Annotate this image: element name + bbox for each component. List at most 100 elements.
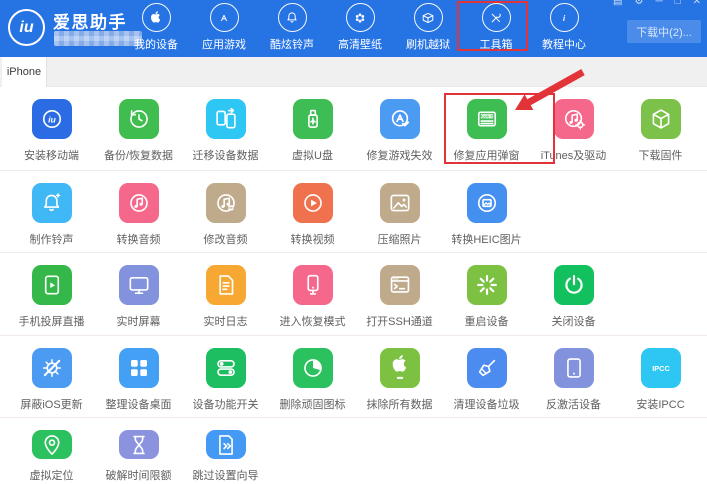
nav-item-app-games[interactable]: 应用游戏: [190, 3, 258, 52]
tool-migrate-device-data[interactable]: 迁移设备数据: [182, 99, 269, 170]
tool-backup-restore[interactable]: 备份/恢复数据: [95, 99, 182, 170]
tool-block-ios-update[interactable]: 屏蔽iOS更新: [8, 348, 95, 417]
photo-compress-icon: [380, 183, 420, 223]
svg-text:SSH: SSH: [393, 277, 399, 281]
settings-icon[interactable]: ⚙: [635, 0, 644, 7]
tool-download-firmware[interactable]: 下载固件: [617, 99, 704, 170]
tool-live-screen[interactable]: 实时屏幕: [95, 265, 182, 335]
tool-convert-audio[interactable]: 转换音频: [95, 183, 182, 252]
video-convert-icon: [293, 183, 333, 223]
nav-item-cool-ringtones[interactable]: 酷炫铃声: [258, 3, 326, 52]
nav-item-tutorial-center[interactable]: i教程中心: [530, 3, 598, 52]
tool-label: 安装移动端: [24, 147, 79, 163]
itunes-driver-icon: [554, 99, 594, 139]
apple-icon: [142, 3, 171, 32]
tool-label: 转换HEIC图片: [451, 231, 521, 247]
maximize-icon[interactable]: □: [675, 0, 681, 7]
tool-label: 实时屏幕: [117, 313, 161, 329]
restart-icon: [467, 265, 507, 305]
toolbox-row-3: 手机投屏直播实时屏幕 实时日志进入恢复模式 SSH打开SSH通道重启设备关闭设备: [0, 253, 707, 336]
tool-install-mobile-client[interactable]: iu 安装移动端: [8, 99, 95, 170]
tool-label: 删除顽固图标: [280, 396, 346, 412]
tool-make-ringtone[interactable]: 制作铃声: [8, 183, 95, 252]
tool-convert-heic[interactable]: 转换HEIC图片: [443, 183, 530, 252]
brand-title: 爱思助手: [53, 8, 127, 33]
tool-label: 转换视频: [291, 231, 335, 247]
toolbox-row-1: iu 安装移动端备份/恢复数据迁移设备数据虚拟U盘修复游戏失效 Apple ID修复…: [0, 87, 707, 171]
tool-install-ipcc[interactable]: IPCC安装IPCC: [617, 348, 704, 417]
pie-clock-icon: [293, 348, 333, 388]
audio-convert-icon: [119, 183, 159, 223]
close-icon[interactable]: ✕: [693, 0, 701, 7]
tool-deactivate-device[interactable]: 反激活设备: [530, 348, 617, 417]
tool-label: 虚拟定位: [30, 467, 74, 483]
nav-item-hd-wallpapers[interactable]: 高清壁纸: [326, 3, 394, 52]
tool-fix-app-popup[interactable]: Apple ID修复应用弹窗: [443, 99, 530, 170]
svg-text:i: i: [563, 13, 566, 22]
nav-item-label: 应用游戏: [202, 36, 246, 52]
svg-text:Apple ID: Apple ID: [479, 114, 494, 118]
tool-itunes-drivers[interactable]: iTunes及驱动: [530, 99, 617, 170]
tool-label: 反激活设备: [546, 396, 601, 412]
backup-restore-icon: [119, 99, 159, 139]
tool-fix-game-invalid[interactable]: 修复游戏失效: [356, 99, 443, 170]
tool-label: 整理设备桌面: [106, 396, 172, 412]
tool-enter-recovery-mode[interactable]: 进入恢复模式: [269, 265, 356, 335]
tool-device-switches[interactable]: 设备功能开关: [182, 348, 269, 417]
tool-virtual-usb[interactable]: 虚拟U盘: [269, 99, 356, 170]
tool-label: 关闭设备: [552, 313, 596, 329]
live-screen-icon: [119, 265, 159, 305]
desktop-grid-icon: [119, 348, 159, 388]
tool-delete-stubborn-icons[interactable]: 删除顽固图标: [269, 348, 356, 417]
tool-restart-device[interactable]: 重启设备: [443, 265, 530, 335]
tab-iphone[interactable]: iPhone: [2, 57, 47, 87]
minimize-icon[interactable]: ─: [655, 0, 662, 7]
tool-label: 设备功能开关: [193, 396, 259, 412]
tool-shutdown-device[interactable]: 关闭设备: [530, 265, 617, 335]
tool-label: 下载固件: [639, 147, 683, 163]
flower-icon: [346, 3, 375, 32]
location-pin-icon: [32, 430, 72, 459]
nav-item-flash-jailbreak[interactable]: 刷机越狱: [394, 3, 462, 52]
skin-icon[interactable]: ▤: [613, 0, 622, 7]
tool-organize-desktop[interactable]: 整理设备桌面: [95, 348, 182, 417]
tool-edit-audio[interactable]: 修改音频: [182, 183, 269, 252]
nav-item-label: 高清壁纸: [338, 36, 382, 52]
block-update-icon: [32, 348, 72, 388]
nav-item-my-devices[interactable]: 我的设备: [122, 3, 190, 52]
tool-convert-video[interactable]: 转换视频: [269, 183, 356, 252]
appstore-icon: [210, 3, 239, 32]
skip-wizard-icon: [206, 430, 246, 459]
i4-badge-icon: iu: [32, 99, 72, 139]
tool-open-ssh[interactable]: SSH打开SSH通道: [356, 265, 443, 335]
tool-clean-junk[interactable]: 清理设备垃圾: [443, 348, 530, 417]
nav-item-label: 工具箱: [480, 36, 513, 52]
tool-label: 清理设备垃圾: [454, 396, 520, 412]
tool-crack-time-limit[interactable]: 破解时间限额: [95, 430, 182, 483]
live-log-icon: [206, 265, 246, 305]
tool-label: iTunes及驱动: [541, 147, 607, 163]
tool-virtual-location[interactable]: 虚拟定位: [8, 430, 95, 483]
screen-mirror-icon: [32, 265, 72, 305]
downloading-button[interactable]: 下载中(2)...: [627, 20, 701, 43]
tool-skip-setup-wizard[interactable]: 跳过设置向导: [182, 430, 269, 483]
tool-label: 修改音频: [204, 231, 248, 247]
tool-live-log[interactable]: 实时日志: [182, 265, 269, 335]
tool-label: 压缩照片: [378, 231, 422, 247]
usb-drive-icon: [293, 99, 333, 139]
hourglass-icon: [119, 430, 159, 459]
tool-compress-photos[interactable]: 压缩照片: [356, 183, 443, 252]
firmware-cube-icon: [641, 99, 681, 139]
nav-item-toolbox[interactable]: 工具箱: [462, 3, 530, 52]
tab-strip: iPhone: [0, 57, 707, 87]
toolbox-row-5: 虚拟定位 破解时间限额跳过设置向导: [0, 418, 707, 483]
toolbox-row-4: 屏蔽iOS更新整理设备桌面 设备功能开关 删除顽固图标抹除所有数据清理设备垃圾 反激活…: [0, 336, 707, 418]
info-icon: i: [550, 3, 579, 32]
tool-label: 迁移设备数据: [193, 147, 259, 163]
tool-erase-all-data[interactable]: 抹除所有数据: [356, 348, 443, 417]
tool-label: 进入恢复模式: [280, 313, 346, 329]
toolbox-icon: [482, 3, 511, 32]
tool-label: 修复游戏失效: [367, 147, 433, 163]
tool-screen-mirror-live[interactable]: 手机投屏直播: [8, 265, 95, 335]
migrate-devices-icon: [206, 99, 246, 139]
